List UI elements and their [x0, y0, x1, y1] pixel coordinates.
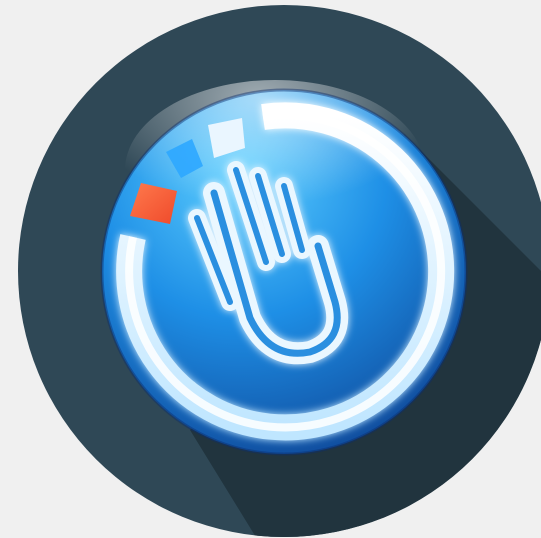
icon-canvas [0, 0, 541, 538]
app-icon[interactable] [0, 0, 541, 538]
